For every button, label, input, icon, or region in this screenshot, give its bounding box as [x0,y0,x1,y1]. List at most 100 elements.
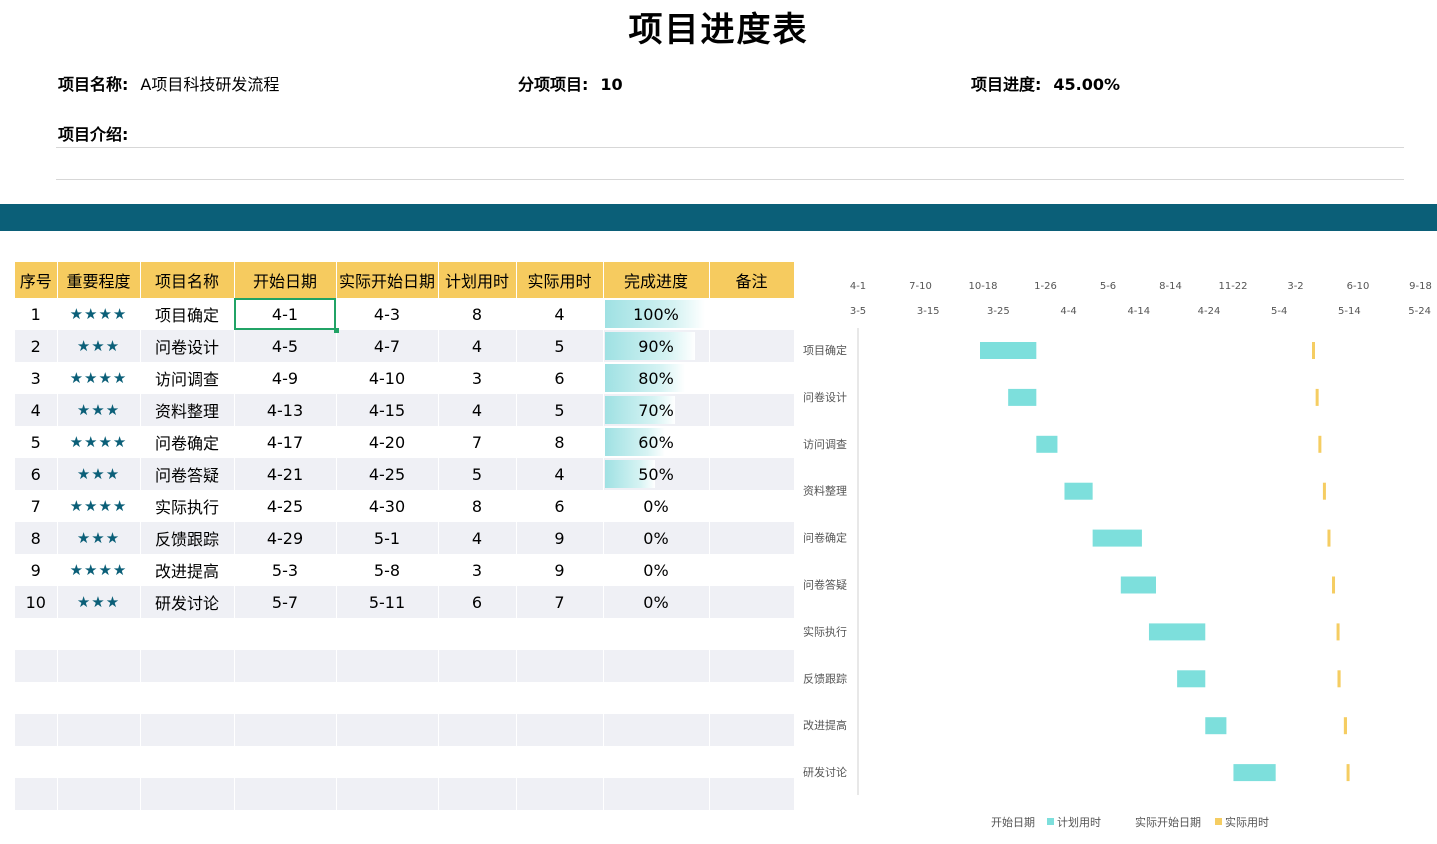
cell-actual-start[interactable]: 4-25 [336,458,439,490]
cell-name[interactable]: 资料整理 [140,394,235,426]
cell-empty[interactable] [234,746,337,778]
cell-empty[interactable] [57,682,141,714]
cell-start[interactable]: 5-7 [234,586,337,618]
cell-plan[interactable]: 5 [438,458,517,490]
cell-empty[interactable] [516,682,604,714]
cell-empty[interactable] [709,746,795,778]
cell-actual[interactable]: 6 [516,490,604,522]
cell-empty[interactable] [603,682,710,714]
cell-importance[interactable]: ★★★★ [57,426,141,458]
cell-empty[interactable] [140,714,235,746]
col-header-start[interactable]: 开始日期 [234,262,337,298]
cell-empty[interactable] [234,682,337,714]
col-header-progress[interactable]: 完成进度 [603,262,710,298]
cell-importance[interactable]: ★★★★ [57,298,141,330]
cell-note[interactable] [709,426,795,458]
cell-no[interactable]: 8 [15,522,58,554]
cell-actual-start[interactable]: 4-7 [336,330,439,362]
cell-start[interactable]: 4-25 [234,490,337,522]
cell-empty[interactable] [603,778,710,810]
cell-note[interactable] [709,458,795,490]
cell-actual-start[interactable]: 4-3 [336,298,439,330]
cell-actual[interactable]: 4 [516,298,604,330]
cell-empty[interactable] [234,650,337,682]
cell-actual-start[interactable]: 4-15 [336,394,439,426]
cell-importance[interactable]: ★★★ [57,586,141,618]
cell-actual-start[interactable]: 4-30 [336,490,439,522]
cell-no[interactable]: 6 [15,458,58,490]
cell-empty[interactable] [709,714,795,746]
cell-empty[interactable] [516,746,604,778]
cell-name[interactable]: 改进提高 [140,554,235,586]
cell-actual[interactable]: 9 [516,522,604,554]
cell-note[interactable] [709,554,795,586]
cell-actual[interactable]: 5 [516,330,604,362]
cell-progress[interactable]: 90% [603,330,710,362]
col-header-importance[interactable]: 重要程度 [57,262,141,298]
cell-start[interactable]: 4-13 [234,394,337,426]
cell-empty[interactable] [336,778,439,810]
cell-empty[interactable] [57,618,141,650]
cell-importance[interactable]: ★★★ [57,522,141,554]
col-header-actual[interactable]: 实际用时 [516,262,604,298]
cell-empty[interactable] [140,746,235,778]
cell-empty[interactable] [709,650,795,682]
cell-empty[interactable] [438,746,517,778]
cell-actual-start[interactable]: 4-20 [336,426,439,458]
cell-actual-start[interactable]: 5-11 [336,586,439,618]
cell-progress[interactable]: 50% [603,458,710,490]
cell-actual-start[interactable]: 4-10 [336,362,439,394]
cell-importance[interactable]: ★★★★ [57,490,141,522]
cell-empty[interactable] [15,682,58,714]
cell-actual[interactable]: 7 [516,586,604,618]
cell-empty[interactable] [234,778,337,810]
cell-empty[interactable] [516,618,604,650]
col-header-actual-start[interactable]: 实际开始日期 [336,262,439,298]
cell-empty[interactable] [57,714,141,746]
cell-no[interactable]: 1 [15,298,58,330]
cell-progress[interactable]: 70% [603,394,710,426]
cell-empty[interactable] [234,618,337,650]
cell-start[interactable]: 4-29 [234,522,337,554]
col-header-note[interactable]: 备注 [709,262,795,298]
cell-note[interactable] [709,586,795,618]
cell-progress[interactable]: 60% [603,426,710,458]
cell-name[interactable]: 问卷设计 [140,330,235,362]
cell-empty[interactable] [336,650,439,682]
cell-no[interactable]: 2 [15,330,58,362]
cell-name[interactable]: 问卷答疑 [140,458,235,490]
cell-empty[interactable] [516,714,604,746]
cell-name[interactable]: 项目确定 [140,298,235,330]
cell-empty[interactable] [57,778,141,810]
cell-plan[interactable]: 6 [438,586,517,618]
cell-empty[interactable] [140,682,235,714]
cell-empty[interactable] [438,778,517,810]
cell-empty[interactable] [140,778,235,810]
cell-empty[interactable] [709,618,795,650]
cell-empty[interactable] [336,714,439,746]
cell-start[interactable]: 4-21 [234,458,337,490]
cell-plan[interactable]: 4 [438,394,517,426]
cell-empty[interactable] [603,650,710,682]
cell-no[interactable]: 5 [15,426,58,458]
cell-empty[interactable] [516,650,604,682]
cell-empty[interactable] [709,778,795,810]
col-header-plan[interactable]: 计划用时 [438,262,517,298]
cell-empty[interactable] [57,650,141,682]
cell-note[interactable] [709,330,795,362]
cell-plan[interactable]: 4 [438,330,517,362]
cell-progress[interactable]: 0% [603,490,710,522]
cell-empty[interactable] [438,714,517,746]
cell-no[interactable]: 3 [15,362,58,394]
cell-empty[interactable] [336,746,439,778]
cell-empty[interactable] [603,746,710,778]
col-header-no[interactable]: 序号 [15,262,58,298]
cell-empty[interactable] [15,650,58,682]
cell-no[interactable]: 9 [15,554,58,586]
cell-progress[interactable]: 0% [603,522,710,554]
cell-name[interactable]: 实际执行 [140,490,235,522]
cell-actual[interactable]: 9 [516,554,604,586]
cell-name[interactable]: 研发讨论 [140,586,235,618]
cell-no[interactable]: 10 [15,586,58,618]
cell-empty[interactable] [603,618,710,650]
